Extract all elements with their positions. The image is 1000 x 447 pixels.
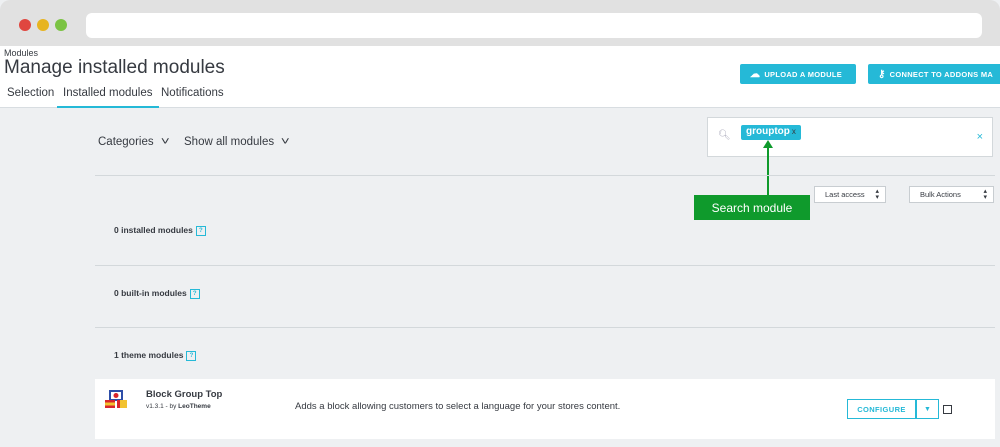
upload-module-button[interactable]: ☁ UPLOAD A MODULE — [740, 64, 856, 84]
configure-dropdown-button[interactable]: ▼ — [916, 399, 939, 419]
configure-button[interactable]: CONFIGURE — [847, 399, 916, 419]
annotation-label: Search module — [694, 195, 810, 220]
connect-addons-button[interactable]: ⚷ CONNECT TO ADDONS MA — [868, 64, 1000, 84]
tab-notifications[interactable]: Notifications — [161, 87, 224, 108]
module-author[interactable]: LeoTheme — [178, 403, 211, 410]
cloud-upload-icon: ☁ — [750, 68, 761, 80]
module-description: Adds a block allowing customers to selec… — [295, 401, 621, 412]
section-built-in-modules: 0 built-in modules? — [114, 288, 200, 299]
divider — [95, 175, 995, 176]
help-icon[interactable]: ? — [189, 288, 200, 299]
search-icon: 🔍︎ — [718, 130, 731, 141]
divider — [95, 327, 995, 328]
page-title: Manage installed modules — [4, 57, 225, 78]
search-tag[interactable]: grouptop x — [741, 125, 801, 140]
maximize-window-button[interactable] — [55, 19, 67, 31]
help-icon[interactable]: ? — [186, 350, 197, 361]
annotation-arrow-line — [767, 146, 769, 195]
module-search-input[interactable]: 🔍︎ grouptop x × — [707, 117, 993, 157]
sort-arrows-icon: ▴ ▾ — [983, 188, 987, 201]
module-logo — [105, 390, 127, 408]
section-installed-modules: 0 installed modules? — [114, 225, 206, 236]
help-icon[interactable]: ? — [195, 225, 206, 236]
bulk-actions-select[interactable]: Bulk Actions ▴ ▾ — [909, 186, 994, 203]
chevron-down-icon: ˅ — [280, 136, 290, 148]
divider — [95, 265, 995, 266]
show-modules-dropdown[interactable]: Show all modules ˅ — [184, 136, 290, 148]
module-card: Block Group Top v1.3.1 - by LeoTheme Add… — [95, 379, 995, 439]
clear-search-icon[interactable]: × — [977, 131, 983, 143]
categories-dropdown[interactable]: Categories ˅ — [98, 136, 170, 148]
sort-arrows-icon: ▴ ▾ — [875, 188, 879, 201]
tab-selection[interactable]: Selection — [7, 87, 54, 108]
close-window-button[interactable] — [19, 19, 31, 31]
chevron-down-icon: ˅ — [160, 136, 170, 148]
remove-tag-icon[interactable]: x — [792, 127, 796, 136]
section-theme-modules: 1 theme modules? — [114, 350, 197, 361]
minimize-window-button[interactable] — [37, 19, 49, 31]
caret-down-icon: ▼ — [924, 405, 931, 413]
module-version: v1.3.1 - by LeoTheme — [146, 403, 211, 410]
tab-installed-modules[interactable]: Installed modules — [57, 87, 159, 108]
key-icon: ⚷ — [878, 68, 886, 80]
page-header: Modules Manage installed modules Selecti… — [0, 46, 1000, 108]
sort-select[interactable]: Last access ▴ ▾ — [814, 186, 886, 203]
module-select-checkbox[interactable] — [943, 405, 952, 414]
browser-chrome — [0, 0, 1000, 46]
module-name: Block Group Top — [146, 389, 223, 400]
address-bar[interactable] — [86, 13, 982, 38]
